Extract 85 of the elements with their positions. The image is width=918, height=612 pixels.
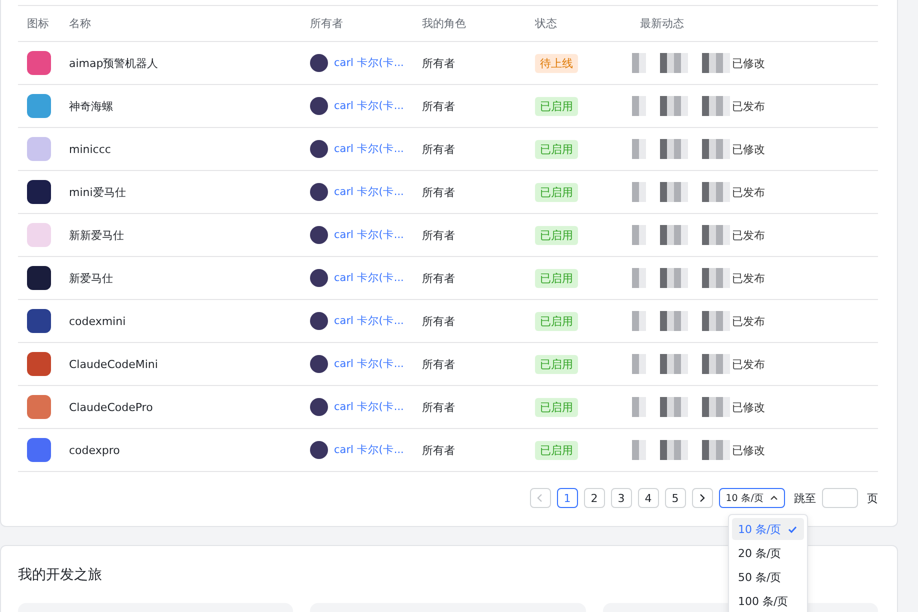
status-tag: 已启用 — [535, 312, 578, 330]
column-header: 状态 — [535, 16, 558, 31]
role-text: 所有者 — [422, 98, 456, 114]
page-size-option[interactable]: 20 条/页 — [732, 542, 804, 564]
page-size-option[interactable]: 100 条/页 — [732, 590, 804, 612]
app-name: 新爱马仕 — [69, 270, 114, 286]
status-tag: 已启用 — [535, 354, 578, 374]
avatar-icon — [310, 97, 328, 115]
owner-link[interactable]: carl 卡尔(卡... — [334, 400, 404, 414]
role-text: 所有者 — [422, 228, 456, 242]
avatar-icon — [310, 226, 328, 244]
page-button[interactable]: 2 — [584, 488, 605, 508]
role-text: 所有者 — [422, 56, 456, 70]
role-text: 所有者 — [422, 184, 456, 200]
owner-link[interactable]: carl 卡尔(卡... — [334, 314, 404, 328]
owner-link[interactable]: carl 卡尔(卡... — [334, 185, 404, 199]
avatar-icon — [310, 140, 328, 158]
page-button[interactable]: 5 — [664, 488, 686, 508]
jump-label: 跳至 — [794, 490, 816, 506]
avatar-icon — [310, 441, 328, 459]
caret-up-icon — [770, 495, 778, 501]
activity-text: 已修改 — [732, 142, 765, 156]
chevron-right-icon — [698, 493, 706, 503]
page-button[interactable]: 4 — [638, 488, 659, 508]
role-text: 所有者 — [422, 314, 456, 328]
activity-text: 已修改 — [732, 400, 765, 414]
owner-link[interactable]: carl 卡尔(卡... — [334, 99, 404, 113]
status-tag: 已启用 — [535, 268, 578, 288]
app-name: ClaudeCodeMini — [69, 358, 159, 370]
column-header: 名称 — [69, 16, 92, 31]
column-header: 我的角色 — [422, 16, 467, 31]
section-title: 我的开发之旅 — [18, 566, 102, 584]
status-tag: 已启用 — [535, 226, 578, 244]
avatar-icon — [310, 312, 328, 330]
status-tag: 已启用 — [535, 140, 578, 158]
role-text: 所有者 — [422, 270, 456, 286]
jump-input[interactable] — [822, 488, 858, 508]
avatar-icon — [310, 54, 328, 72]
activity-text: 已修改 — [732, 442, 765, 458]
owner-link[interactable]: carl 卡尔(卡... — [334, 443, 404, 457]
page-size-select[interactable]: 10 条/页 — [718, 488, 785, 508]
status-tag: 待上线 — [535, 54, 578, 72]
app-name: aimap预警机器人 — [69, 56, 160, 70]
activity-text: 已修改 — [732, 56, 765, 70]
status-tag: 已启用 — [535, 398, 578, 416]
column-header: 所有者 — [310, 16, 344, 31]
owner-link[interactable]: carl 卡尔(卡... — [334, 228, 404, 242]
page-size-option[interactable]: 50 条/页 — [732, 566, 804, 588]
activity-text: 已发布 — [732, 270, 765, 286]
app-name: codexmini — [69, 314, 127, 328]
column-header: 图标 — [26, 16, 50, 31]
page-button[interactable]: 1 — [556, 488, 578, 508]
avatar-icon — [310, 355, 328, 373]
app-name: ClaudeCodePro — [69, 400, 154, 414]
check-icon — [788, 526, 797, 532]
owner-link[interactable]: carl 卡尔(卡... — [334, 357, 404, 371]
activity-text: 已发布 — [732, 314, 765, 328]
status-tag: 已启用 — [535, 96, 578, 116]
page-button[interactable]: 3 — [610, 488, 632, 508]
page-size-option[interactable]: 10 条/页 — [732, 518, 804, 540]
app-name: 新新爱马仕 — [69, 228, 125, 242]
avatar-icon — [310, 269, 328, 287]
app-name: codexpro — [69, 444, 121, 456]
app-name: miniccc — [69, 142, 112, 156]
app-name: 神奇海螺 — [69, 98, 114, 114]
role-text: 所有者 — [422, 400, 456, 414]
column-header: 最新动态 — [640, 16, 685, 31]
role-text: 所有者 — [422, 142, 456, 156]
role-text: 所有者 — [422, 442, 456, 458]
role-text: 所有者 — [422, 356, 456, 372]
activity-text: 已发布 — [732, 184, 765, 200]
owner-link[interactable]: carl 卡尔(卡... — [334, 56, 404, 70]
activity-text: 已发布 — [732, 356, 765, 372]
page-unit-label: 页 — [867, 490, 878, 506]
app-name: mini爱马仕 — [69, 184, 127, 200]
owner-link[interactable]: carl 卡尔(卡... — [334, 271, 404, 285]
activity-text: 已发布 — [732, 98, 765, 114]
avatar-icon — [310, 183, 328, 201]
avatar-icon — [310, 398, 328, 416]
owner-link[interactable]: carl 卡尔(卡... — [334, 142, 404, 156]
chevron-left-icon — [536, 493, 544, 503]
next-page-button[interactable] — [692, 488, 713, 508]
status-tag: 已启用 — [535, 182, 578, 202]
status-tag: 已启用 — [535, 440, 578, 460]
activity-text: 已发布 — [732, 228, 765, 242]
